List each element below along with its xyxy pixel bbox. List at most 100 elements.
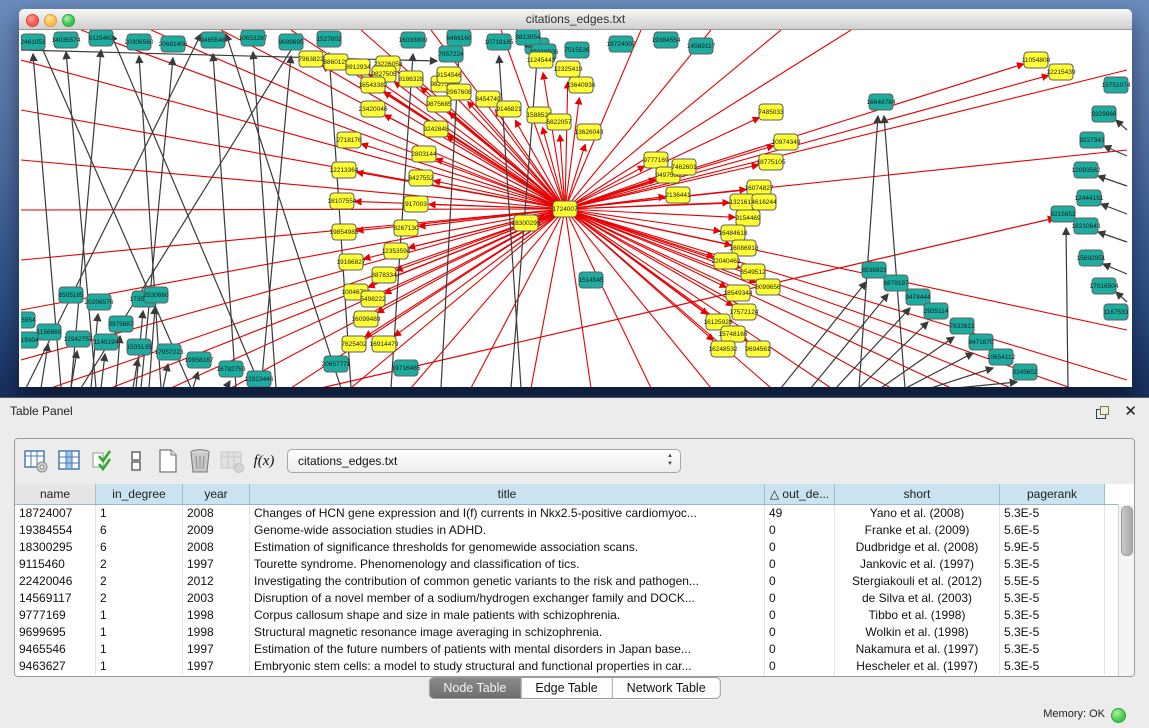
table-cell[interactable]: Changes of HCN gene expression and I(f) …	[250, 505, 765, 522]
graph-node[interactable]: 8186328	[398, 71, 424, 87]
graph-node[interactable]: 13640936	[567, 77, 596, 93]
graph-node[interactable]: 6466160	[446, 30, 472, 46]
graph-node[interactable]: 9154469	[735, 210, 761, 226]
graph-node[interactable]: 15751074	[1102, 77, 1130, 93]
graph-node[interactable]: 16648784	[867, 94, 896, 110]
graph-node[interactable]: 18549344	[724, 285, 753, 301]
graph-node[interactable]: 8505185	[58, 287, 84, 303]
graph-edge[interactable]	[21, 50, 437, 61]
graph-node[interactable]: 16484618	[719, 225, 748, 241]
table-cell[interactable]: 9115460	[15, 556, 96, 573]
graph-node[interactable]: 10719185	[485, 34, 514, 50]
table-row[interactable]: 946554611997Estimation of the future num…	[15, 641, 1134, 658]
network-view-window[interactable]: citations_edges.txt 17240071830029524610…	[19, 9, 1132, 387]
graph-node[interactable]: 23420046	[359, 101, 388, 117]
table-cell[interactable]: 9463627	[15, 658, 96, 675]
graph-node[interactable]: 7462601	[671, 159, 697, 175]
table-row[interactable]: 946362711997Embryonic stem cells: a mode…	[15, 658, 1134, 675]
close-panel-icon[interactable]: ✕	[1124, 402, 1137, 420]
column-visibility-icon[interactable]	[57, 448, 83, 474]
graph-node[interactable]: 917003	[404, 196, 428, 212]
rows-icon[interactable]	[123, 448, 149, 474]
graph-node[interactable]: 9875685	[426, 96, 452, 112]
graph-node[interactable]: 13626043	[575, 124, 604, 140]
graph-node[interactable]: 19958167	[185, 352, 214, 368]
graph-node[interactable]: 7857224	[438, 46, 464, 62]
graph-node[interactable]: 3915954	[21, 312, 36, 328]
table-cell[interactable]: 0	[765, 658, 835, 675]
graph-node[interactable]: 9245652	[1012, 364, 1038, 380]
table-cell[interactable]: 5.3E-5	[1000, 505, 1105, 522]
table-cell[interactable]: Investigating the contribution of common…	[250, 573, 765, 590]
graph-node[interactable]: 9227343	[1079, 132, 1105, 148]
graph-edge[interactable]	[565, 209, 1011, 387]
table-cell[interactable]: 5.3E-5	[1000, 658, 1105, 675]
graph-node[interactable]: 9699695	[278, 34, 304, 50]
citation-network-graph[interactable]: 1724007183002952461051140355749115460203…	[21, 30, 1130, 387]
graph-node[interactable]: 9329966	[1091, 106, 1117, 122]
graph-node[interactable]: 12353594	[382, 243, 411, 259]
graph-edge[interactable]	[565, 209, 1127, 380]
graph-node[interactable]: 20657771	[322, 356, 351, 372]
graph-edge[interactable]	[213, 54, 236, 387]
table-cell[interactable]: 0	[765, 607, 835, 624]
graph-edge[interactable]	[21, 209, 565, 210]
graph-node[interactable]: 11054808	[1022, 52, 1051, 68]
table-row[interactable]: 2242004622012Investigating the contribut…	[15, 573, 1134, 590]
graph-node[interactable]: 19854985	[330, 224, 359, 240]
table-cell[interactable]: Hescheler et al. (1997)	[835, 658, 1000, 675]
table-cell[interactable]: Estimation of the future numbers of pati…	[250, 641, 765, 658]
table-cell[interactable]: Dudbridge et al. (2008)	[835, 539, 1000, 556]
graph-node[interactable]: 16248532	[709, 341, 738, 357]
table-cell[interactable]: 1	[96, 505, 183, 522]
table-cell[interactable]: Nakamura et al. (1997)	[835, 641, 1000, 658]
graph-node[interactable]: 8099656	[755, 279, 781, 295]
table-cell[interactable]: 2012	[183, 573, 250, 590]
table-cell[interactable]: 0	[765, 539, 835, 556]
graph-node[interactable]: 1505135	[126, 339, 152, 355]
graph-node[interactable]: 19384554	[652, 32, 681, 48]
graph-node[interactable]: 12213364	[330, 162, 359, 178]
table-cell[interactable]: 0	[765, 624, 835, 641]
table-cell[interactable]: 0	[765, 522, 835, 539]
table-cell[interactable]: Genome-wide association studies in ADHD.	[250, 522, 765, 539]
graph-edge[interactable]	[1098, 232, 1127, 242]
graph-node[interactable]: 12923446	[245, 371, 274, 387]
graph-node[interactable]: 16210643	[1072, 218, 1101, 234]
graph-node[interactable]: 1724007	[552, 201, 578, 217]
graph-edge[interactable]	[565, 209, 831, 387]
table-cell[interactable]: 5.9E-5	[1000, 539, 1105, 556]
graph-node[interactable]: 7625402	[341, 336, 367, 352]
graph-edge[interactable]	[111, 34, 261, 387]
graph-node[interactable]: 18300295	[512, 215, 541, 231]
column-header-pagerank[interactable]: pagerank	[1000, 484, 1105, 504]
graph-node[interactable]: 2803144	[411, 146, 437, 162]
table-cell[interactable]: Yano et al. (2008)	[835, 505, 1000, 522]
column-header-out-de-[interactable]: △ out_de...	[765, 484, 835, 504]
graph-node[interactable]: 16782759	[217, 361, 246, 377]
graph-edge[interactable]	[565, 75, 1048, 209]
float-panel-icon[interactable]	[1096, 406, 1109, 419]
graph-edge[interactable]	[1116, 292, 1127, 302]
graph-node[interactable]: 1145194	[94, 334, 119, 350]
graph-node[interactable]: 17016504	[1090, 278, 1119, 294]
graph-node[interactable]: 8912934	[345, 59, 371, 75]
graph-node[interactable]: 1527602	[316, 31, 342, 47]
graph-node[interactable]: 12215439	[1047, 64, 1076, 80]
tab-edge-table[interactable]: Edge Table	[521, 678, 612, 698]
graph-edge[interactable]	[859, 322, 928, 387]
network-select-dropdown[interactable]: citations_edges.txt ▲▼	[287, 449, 681, 473]
graph-node[interactable]: 9465546	[200, 32, 226, 48]
graph-node[interactable]: 9242848	[423, 121, 449, 137]
table-options-icon[interactable]	[23, 448, 49, 474]
graph-node[interactable]: 15692951	[1077, 250, 1106, 266]
table-cell[interactable]: Embryonic stem cells: a model to study s…	[250, 658, 765, 675]
table-cell[interactable]: 1	[96, 624, 183, 641]
table-cell[interactable]: 6	[96, 522, 183, 539]
graph-edge[interactable]	[193, 372, 198, 387]
table-cell[interactable]: Wolkin et al. (1998)	[835, 624, 1000, 641]
graph-node[interactable]: 14569117	[687, 38, 716, 54]
table-cell[interactable]: 18724007	[15, 505, 96, 522]
table-cell[interactable]: 1997	[183, 641, 250, 658]
table-cell[interactable]: Tibbo et al. (1998)	[835, 607, 1000, 624]
